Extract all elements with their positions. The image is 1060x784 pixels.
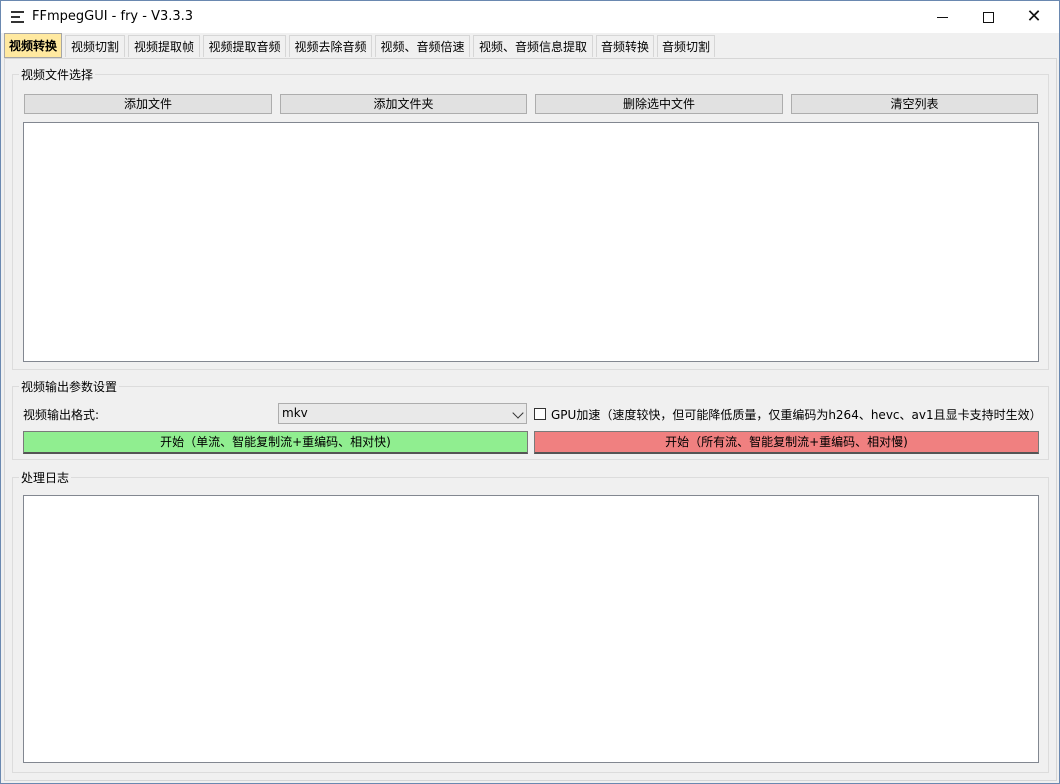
file-list[interactable]: [23, 122, 1039, 362]
tab-audio-cut[interactable]: 音频切割: [657, 35, 715, 57]
close-icon: ✕: [1026, 6, 1042, 27]
tab-video-convert[interactable]: 视频转换: [4, 33, 62, 58]
format-select-value: mkv: [282, 406, 308, 420]
app-window: FFmpegGUI - fry - V3.3.3 ✕ 视频转换 视频切割 视频提…: [0, 0, 1060, 784]
window-title: FFmpegGUI - fry - V3.3.3: [32, 9, 194, 24]
format-select[interactable]: mkv: [278, 403, 527, 424]
log-title: 处理日志: [19, 469, 72, 486]
minimize-button[interactable]: [919, 1, 965, 33]
tab-speed[interactable]: 视频、音频倍速: [375, 35, 470, 57]
start-all-streams-button[interactable]: 开始（所有流、智能复制流+重编码、相对慢): [534, 431, 1039, 454]
tab-video-cut[interactable]: 视频切割: [65, 35, 125, 57]
tab-video-remove-audio[interactable]: 视频去除音频: [289, 35, 372, 57]
add-file-button[interactable]: 添加文件: [24, 94, 272, 114]
file-select-title: 视频文件选择: [19, 66, 96, 83]
maximize-button[interactable]: [965, 1, 1011, 33]
format-label: 视频输出格式:: [23, 408, 100, 422]
tab-video-extract-audio[interactable]: 视频提取音频: [203, 35, 286, 57]
minimize-icon: [936, 16, 948, 18]
start-single-stream-button[interactable]: 开始（单流、智能复制流+重编码、相对快): [23, 431, 528, 454]
tab-panel: 视频文件选择 添加文件 添加文件夹 删除选中文件 清空列表 视频输出参数设置 视…: [4, 58, 1057, 781]
close-button[interactable]: ✕: [1011, 1, 1057, 33]
app-menu-icon[interactable]: [11, 11, 24, 23]
title-bar[interactable]: FFmpegGUI - fry - V3.3.3 ✕: [1, 1, 1059, 33]
add-folder-button[interactable]: 添加文件夹: [280, 94, 527, 114]
delete-selected-button[interactable]: 删除选中文件: [535, 94, 783, 114]
tab-video-extract-frames[interactable]: 视频提取帧: [128, 35, 200, 57]
gpu-label[interactable]: GPU加速（速度较快，但可能降低质量，仅重编码为h264、hevc、av1且显卡…: [551, 406, 1042, 423]
chevron-down-icon: [512, 407, 524, 419]
log-textarea[interactable]: [23, 495, 1039, 763]
clear-list-button[interactable]: 清空列表: [791, 94, 1038, 114]
output-settings-title: 视频输出参数设置: [19, 378, 120, 395]
maximize-icon: [982, 11, 994, 23]
tab-media-info[interactable]: 视频、音频信息提取: [473, 35, 593, 57]
gpu-checkbox[interactable]: [534, 408, 546, 420]
tab-audio-convert[interactable]: 音频转换: [596, 35, 654, 57]
